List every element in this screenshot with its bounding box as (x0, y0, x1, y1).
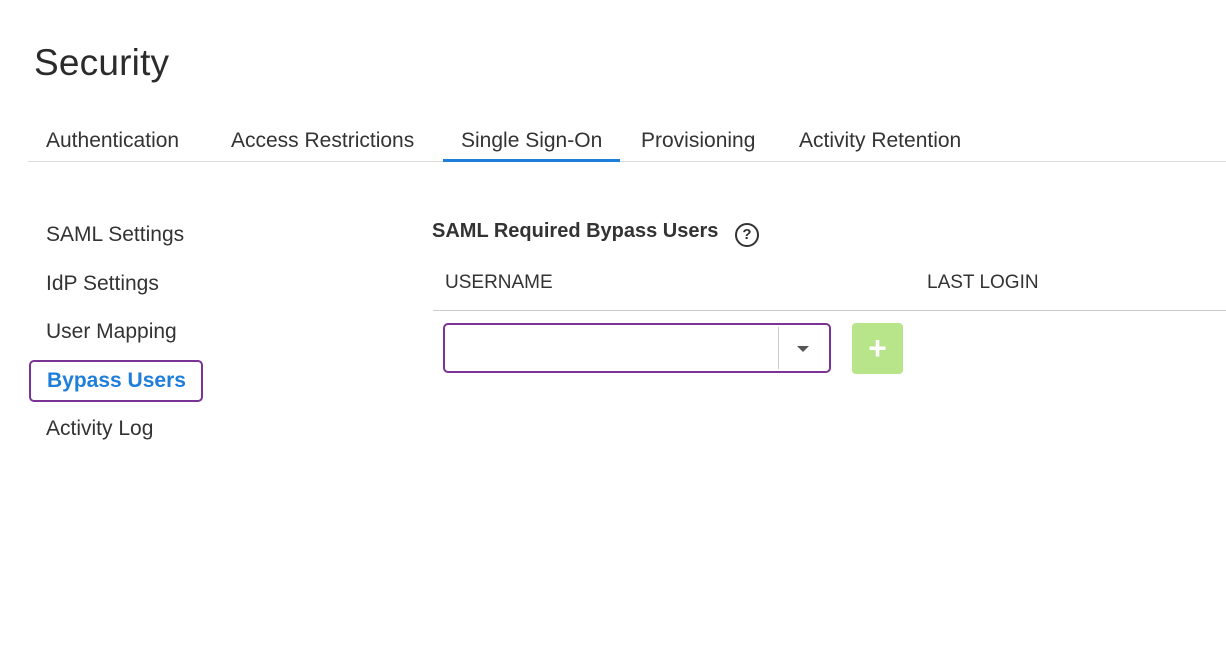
table-header: USERNAME LAST LOGIN (433, 262, 1226, 311)
top-tabs: Authentication Access Restrictions Singl… (28, 120, 1226, 162)
tab-provisioning[interactable]: Provisioning (623, 120, 773, 162)
section-title: SAML Required Bypass Users (432, 220, 719, 242)
select-divider (778, 327, 779, 369)
caret-down-icon[interactable] (797, 346, 809, 352)
security-page: Security Authentication Access Restricti… (0, 0, 1226, 668)
tab-single-sign-on[interactable]: Single Sign-On (443, 120, 621, 162)
column-header-last-login: LAST LOGIN (927, 272, 1039, 293)
sidebar-item-idp-settings[interactable]: IdP Settings (29, 263, 175, 305)
sidebar-item-user-mapping[interactable]: User Mapping (29, 311, 193, 353)
plus-icon: + (868, 330, 887, 366)
page-title: Security (34, 42, 170, 83)
tab-activity-retention[interactable]: Activity Retention (781, 120, 979, 162)
question-circle-icon[interactable]: ? (735, 223, 759, 247)
sidebar-item-saml-settings[interactable]: SAML Settings (29, 214, 200, 256)
add-user-button[interactable]: + (852, 323, 903, 374)
sidebar-item-bypass-users[interactable]: Bypass Users (29, 360, 203, 402)
tab-authentication[interactable]: Authentication (28, 120, 197, 162)
tab-access-restrictions[interactable]: Access Restrictions (213, 120, 432, 162)
sidebar-item-activity-log[interactable]: Activity Log (29, 408, 169, 450)
column-header-username: USERNAME (445, 272, 553, 293)
username-select[interactable] (443, 323, 831, 373)
